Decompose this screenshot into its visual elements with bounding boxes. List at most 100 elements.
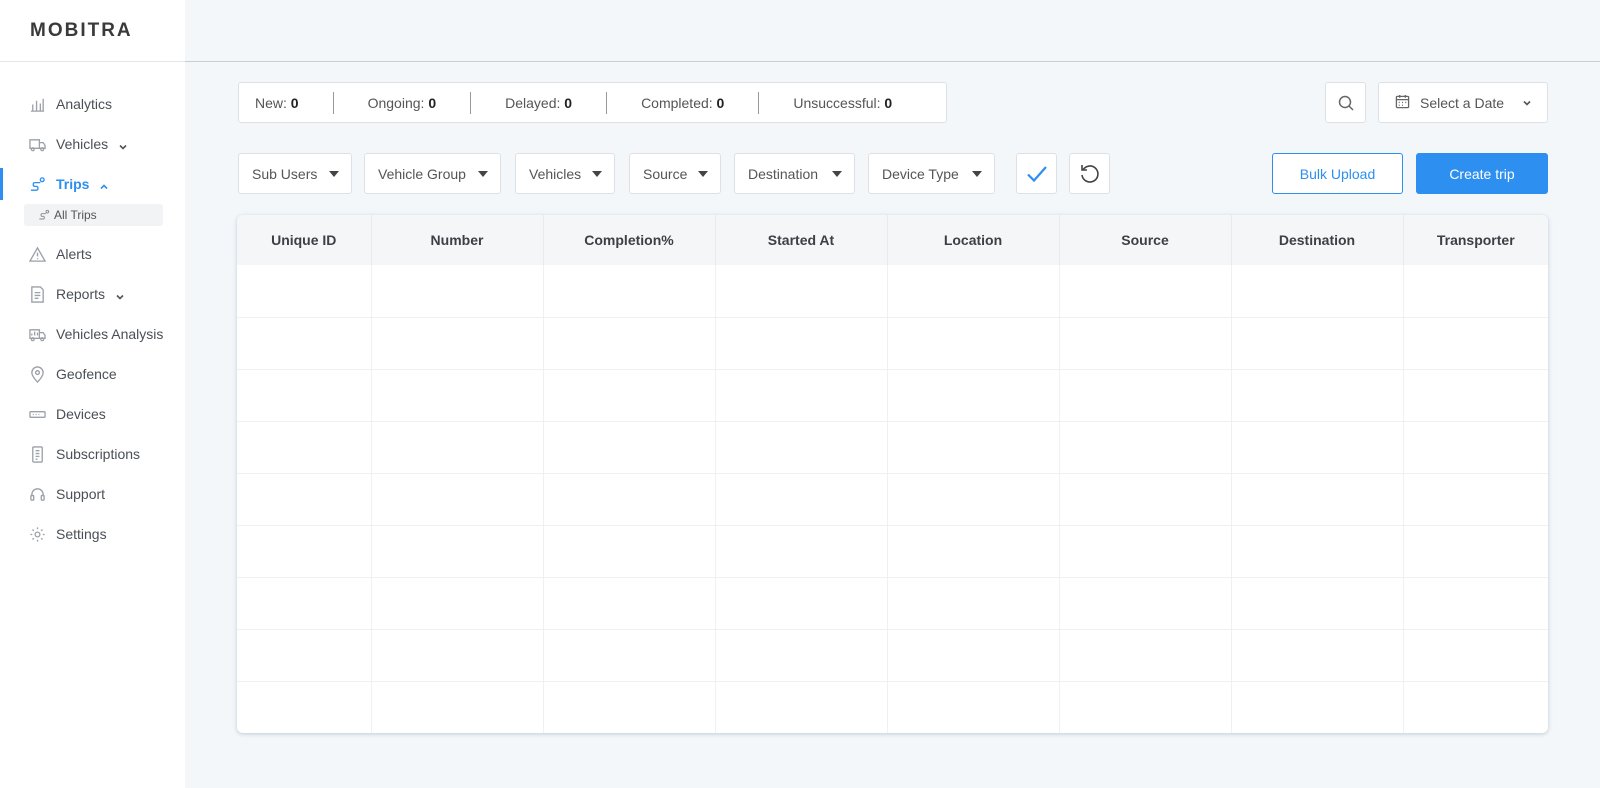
filter-vehicle-group[interactable]: Vehicle Group (364, 153, 501, 194)
sidebar-item-vehicles-analysis[interactable]: Vehicles Analysis (0, 314, 185, 354)
sidebar-item-label: Subscriptions (56, 446, 141, 462)
table-row (237, 525, 1548, 578)
chevron-down-icon[interactable] (118, 139, 128, 150)
table-cell (543, 317, 716, 370)
report-icon (28, 285, 46, 303)
table-cell (887, 525, 1060, 578)
table-cell (1231, 473, 1404, 526)
sidebar-item-vehicles[interactable]: Vehicles (0, 124, 185, 164)
create-trip-button[interactable]: Create trip (1416, 153, 1548, 194)
table-cell (543, 525, 716, 578)
sidebar-item-label: Alerts (56, 246, 92, 262)
table-header-row: Unique ID Number Completion% Started At … (237, 215, 1548, 265)
refresh-icon (1080, 164, 1099, 183)
filter-label: Device Type (882, 165, 959, 182)
subscription-icon (28, 445, 46, 463)
table-cell (543, 265, 716, 318)
filter-sub-users[interactable]: Sub Users (238, 153, 352, 194)
table-cell (887, 265, 1060, 318)
analytics-icon (28, 95, 46, 113)
sidebar-item-subscriptions[interactable]: Subscriptions (0, 434, 185, 474)
table-cell (1231, 681, 1404, 733)
chevron-up-icon[interactable] (99, 179, 109, 190)
search-button[interactable] (1325, 82, 1366, 123)
brand-name: MOBITRA (30, 19, 133, 41)
device-icon (28, 405, 46, 423)
caret-down-icon (329, 171, 339, 177)
table-cell (237, 317, 372, 370)
column-header-started-at[interactable]: Started At (715, 215, 888, 265)
column-header-completion[interactable]: Completion% (543, 215, 716, 265)
sidebar-item-geofence[interactable]: Geofence (0, 354, 185, 394)
status-label: Unsuccessful: (793, 94, 881, 111)
status-completed: Completed: 0 (607, 91, 760, 114)
caret-down-icon (972, 171, 982, 177)
status-count: 0 (290, 94, 299, 111)
status-label: Ongoing: (367, 94, 425, 111)
table-row (237, 681, 1548, 733)
table-cell (715, 265, 888, 318)
table-cell (887, 629, 1060, 682)
filter-vehicles[interactable]: Vehicles (515, 153, 615, 194)
table-cell (371, 369, 544, 422)
trip-status-summary: New: 0 Ongoing: 0 Delayed: 0 Completed: … (238, 82, 947, 123)
sidebar-item-label: Devices (56, 406, 106, 422)
table-cell (237, 473, 372, 526)
table-cell (1059, 681, 1232, 733)
vehicle-analysis-icon (28, 325, 46, 343)
table-cell (1231, 629, 1404, 682)
check-icon (1026, 165, 1047, 182)
bulk-upload-button[interactable]: Bulk Upload (1272, 153, 1403, 194)
column-header-transporter[interactable]: Transporter (1403, 215, 1548, 265)
sidebar-item-label: Settings (56, 526, 107, 542)
sidebar-item-trips[interactable]: Trips (0, 164, 185, 204)
table-cell (887, 473, 1060, 526)
filter-label: Source (643, 165, 688, 182)
table-cell (1059, 473, 1232, 526)
column-header-number[interactable]: Number (371, 215, 544, 265)
location-pin-icon (28, 365, 46, 383)
status-label: Delayed: (505, 94, 561, 111)
sidebar-item-analytics[interactable]: Analytics (0, 84, 185, 124)
column-header-location[interactable]: Location (887, 215, 1060, 265)
status-ongoing: Ongoing: 0 (334, 91, 472, 114)
sidebar-subitem-all-trips[interactable]: All Trips (24, 204, 163, 226)
filter-label: Destination (748, 165, 819, 182)
filter-device-type[interactable]: Device Type (868, 153, 995, 194)
chevron-down-icon[interactable] (115, 289, 125, 300)
sidebar-item-reports[interactable]: Reports (0, 274, 185, 314)
date-picker[interactable]: Select a Date (1378, 82, 1548, 123)
top-bar (185, 0, 1600, 62)
status-count: 0 (884, 94, 893, 111)
truck-icon (28, 135, 46, 153)
column-header-source[interactable]: Source (1059, 215, 1232, 265)
table-cell (1059, 421, 1232, 474)
table-row (237, 265, 1548, 318)
table-row (237, 369, 1548, 422)
filter-destination[interactable]: Destination (734, 153, 855, 194)
table-cell (887, 369, 1060, 422)
table-cell (237, 525, 372, 578)
table-cell (715, 421, 888, 474)
sidebar-item-devices[interactable]: Devices (0, 394, 185, 434)
column-header-destination[interactable]: Destination (1231, 215, 1404, 265)
table-body (237, 265, 1548, 733)
table-cell (887, 421, 1060, 474)
sidebar-item-label: Support (56, 486, 106, 502)
column-header-unique-id[interactable]: Unique ID (237, 215, 372, 265)
table-cell (371, 473, 544, 526)
sidebar-item-settings[interactable]: Settings (0, 514, 185, 554)
filter-source[interactable]: Source (629, 153, 721, 194)
table-cell (887, 577, 1060, 630)
chevron-down-icon (1504, 95, 1532, 111)
apply-filters-button[interactable] (1016, 153, 1057, 194)
reset-filters-button[interactable] (1069, 153, 1110, 194)
brand-logo[interactable]: MOBITRA (30, 20, 133, 42)
table-cell (543, 369, 716, 422)
sidebar-item-support[interactable]: Support (0, 474, 185, 514)
table-cell (1403, 629, 1548, 682)
sidebar-item-label: Reports (56, 286, 106, 302)
table-cell (1403, 317, 1548, 370)
sidebar-item-label: Geofence (56, 366, 117, 382)
sidebar-item-alerts[interactable]: Alerts (0, 234, 185, 274)
